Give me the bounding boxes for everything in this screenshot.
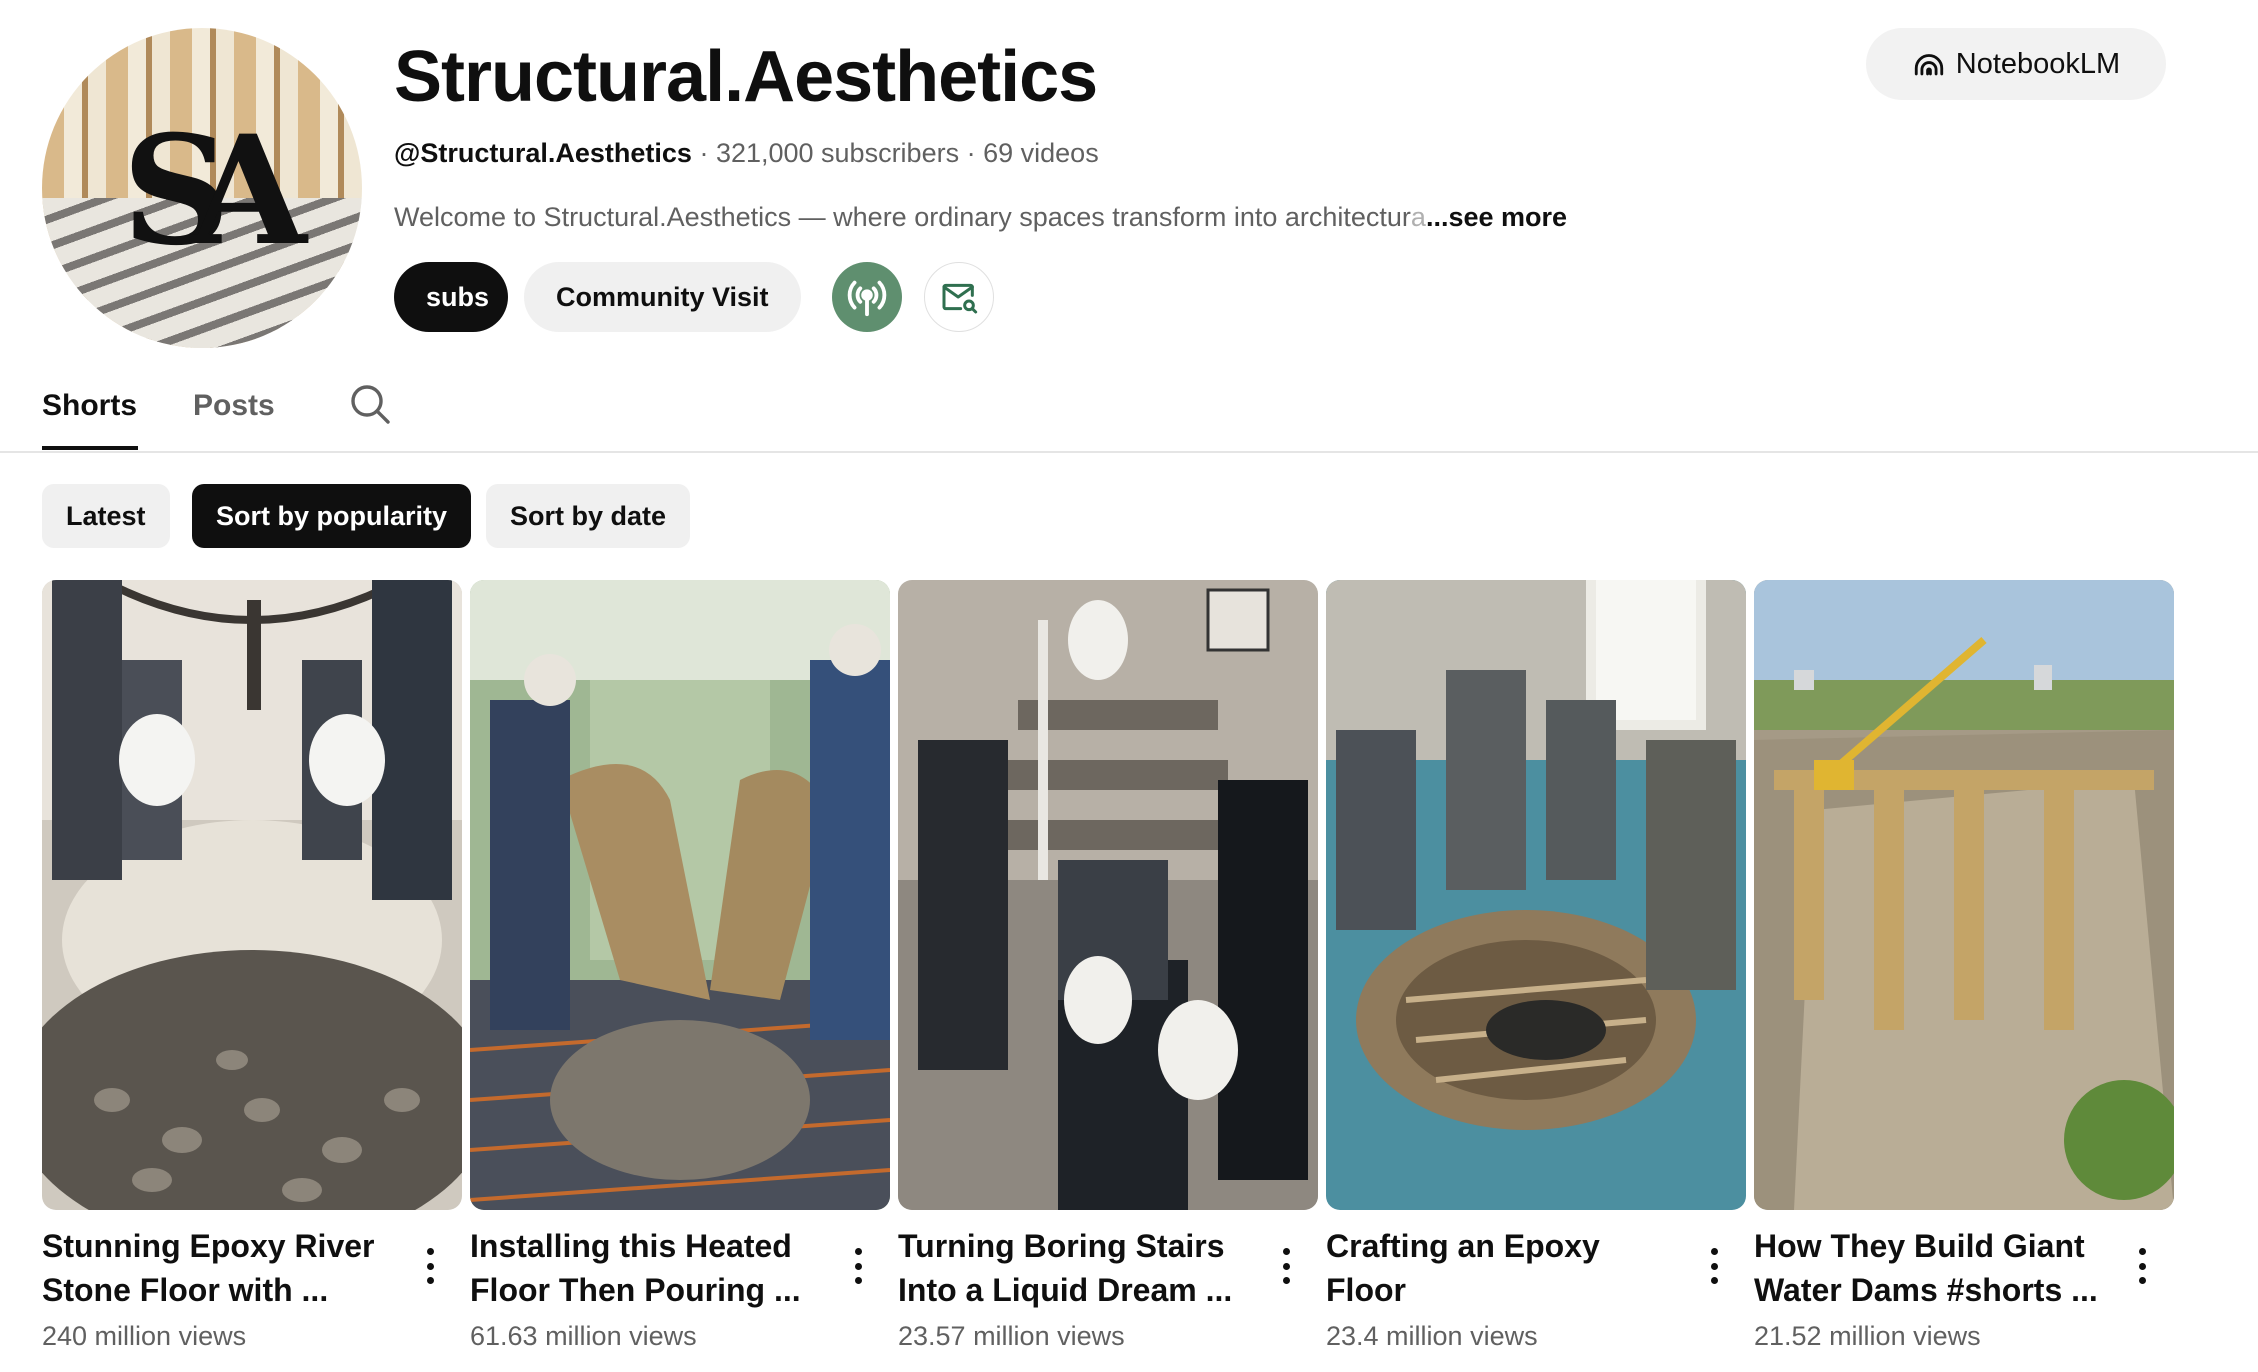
short-card[interactable]: Crafting an Epoxy Floor With a Secret #d…	[1326, 580, 1746, 1354]
more-dot-icon	[1282, 1277, 1290, 1284]
channel-avatar[interactable]: SA	[42, 28, 362, 348]
short-thumbnail[interactable]	[898, 580, 1318, 1210]
more-dot-icon	[854, 1248, 862, 1255]
short-menu-button[interactable]	[1274, 1244, 1298, 1288]
short-card[interactable]: Stunning Epoxy River Stone Floor with ..…	[42, 580, 462, 1354]
subscribe-button[interactable]: subs	[394, 262, 508, 332]
more-dot-icon	[1282, 1262, 1290, 1270]
short-menu-button[interactable]	[418, 1244, 442, 1288]
channel-meta: @Structural.Aesthetics · 321,000 subscri…	[394, 134, 1099, 172]
tab-shorts[interactable]: Shorts	[42, 386, 137, 426]
chip-latest[interactable]: Latest	[42, 484, 170, 548]
more-dot-icon	[2138, 1262, 2146, 1270]
meta-separator: ·	[699, 138, 716, 168]
search-icon	[351, 385, 390, 424]
podcast-icon	[847, 280, 887, 317]
tab-search-button[interactable]	[346, 380, 394, 428]
short-card[interactable]: Turning Boring Stairs Into a Liquid Drea…	[898, 580, 1318, 1354]
short-thumbnail[interactable]	[470, 580, 890, 1210]
thumbnail-image	[470, 580, 890, 1210]
short-thumbnail[interactable]	[1754, 580, 2174, 1210]
chip-sort-by-popularity[interactable]: Sort by popularity	[192, 484, 472, 548]
short-card[interactable]: Installing this Heated Floor Then Pourin…	[470, 580, 890, 1354]
short-title[interactable]: Installing this Heated Floor Then Pourin…	[470, 1224, 830, 1312]
short-thumbnail[interactable]	[42, 580, 462, 1210]
subscriber-count: 321,000 subscribers	[715, 138, 960, 168]
notebooklm-button[interactable]: NotebookLM	[1866, 28, 2166, 100]
short-views: 61.63 million views	[470, 1321, 697, 1351]
description-text: Welcome to Structural.Aesthetics — where…	[394, 202, 1411, 232]
channel-description[interactable]: Welcome to Structural.Aesthetics — where…	[394, 198, 1567, 236]
notebooklm-icon	[1914, 54, 1943, 76]
see-more-link[interactable]: ...see more	[1426, 202, 1567, 232]
short-menu-button[interactable]	[2130, 1244, 2154, 1288]
more-dot-icon	[426, 1248, 434, 1255]
more-dot-icon	[1282, 1248, 1290, 1255]
tab-posts[interactable]: Posts	[193, 386, 275, 426]
avatar-monogram: SA	[122, 103, 307, 279]
channel-handle: @Structural.Aesthetics	[394, 138, 692, 168]
more-dot-icon	[854, 1277, 862, 1284]
notebooklm-label: NotebookLM	[1955, 47, 2121, 80]
more-dot-icon	[1710, 1262, 1718, 1270]
more-dot-icon	[2138, 1277, 2146, 1284]
short-title[interactable]: How They Build Giant Water Dams #shorts …	[1754, 1224, 2114, 1312]
more-dot-icon	[854, 1262, 862, 1270]
short-views: 240 million views	[42, 1321, 247, 1351]
meta-separator: ·	[966, 138, 984, 168]
more-dot-icon	[426, 1277, 434, 1284]
community-visit-button[interactable]: Community Visit	[524, 262, 801, 332]
thumbnail-image	[42, 580, 462, 1210]
short-title[interactable]: Turning Boring Stairs Into a Liquid Drea…	[898, 1224, 1258, 1312]
more-dot-icon	[2138, 1248, 2146, 1255]
more-dot-icon	[1710, 1277, 1718, 1284]
mail-button[interactable]	[924, 262, 994, 332]
thumbnail-image	[898, 580, 1318, 1210]
channel-name: Structural.Aesthetics	[394, 37, 1098, 117]
thumbnail-image	[1754, 580, 2174, 1210]
video-count: 69 videos	[983, 138, 1099, 168]
chip-sort-by-date[interactable]: Sort by date	[486, 484, 691, 548]
short-views: 23.4 million views	[1326, 1321, 1538, 1351]
thumbnail-image	[1326, 580, 1746, 1210]
description-fade: a	[1410, 202, 1426, 232]
tabs-divider	[0, 451, 2258, 453]
podcast-button[interactable]	[832, 262, 902, 332]
short-menu-button[interactable]	[846, 1244, 870, 1288]
active-tab-indicator	[42, 446, 138, 450]
short-views: 23.57 million views	[898, 1321, 1125, 1351]
short-menu-button[interactable]	[1702, 1244, 1726, 1288]
short-card[interactable]: How They Build Giant Water Dams #shorts …	[1754, 580, 2174, 1354]
mail-search-icon	[942, 283, 978, 314]
short-views: 21.52 million views	[1754, 1321, 1981, 1351]
short-thumbnail[interactable]	[1326, 580, 1746, 1210]
more-dot-icon	[1710, 1248, 1718, 1255]
short-title[interactable]: Crafting an Epoxy Floor With a Secret #d…	[1326, 1224, 1686, 1312]
short-title[interactable]: Stunning Epoxy River Stone Floor with ..…	[42, 1224, 402, 1312]
more-dot-icon	[426, 1262, 434, 1270]
